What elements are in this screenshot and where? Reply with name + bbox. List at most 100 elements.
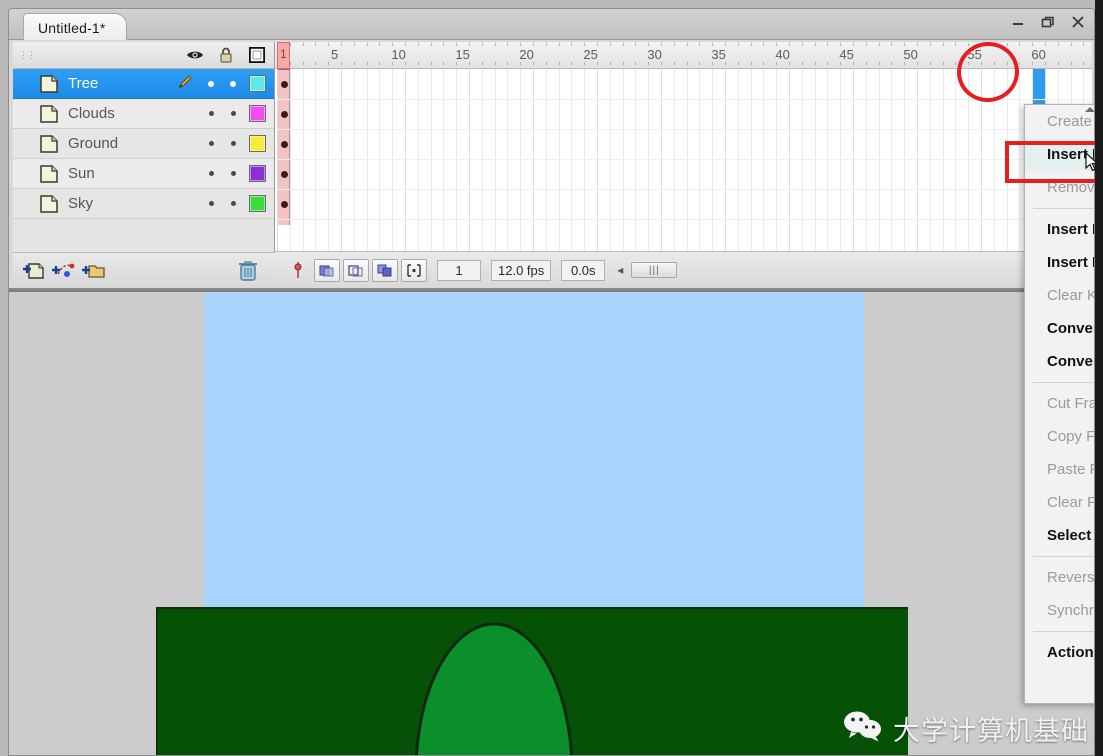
menu-item-insert-b[interactable]: Insert B	[1025, 246, 1094, 279]
onion-skin-outlines-icon[interactable]	[343, 258, 369, 282]
outline-square-icon[interactable]	[248, 46, 266, 64]
playhead-frame-label: 1	[280, 47, 287, 61]
lock-icon[interactable]	[217, 46, 235, 64]
menu-item-insert-f[interactable]: Insert F	[1025, 138, 1094, 171]
ruler-tick	[1019, 43, 1021, 46]
eye-icon[interactable]	[186, 46, 204, 64]
add-motion-guide-icon[interactable]	[51, 259, 77, 283]
slider-left-arrow-icon[interactable]: ◂	[617, 263, 623, 277]
ruler-tick	[494, 62, 496, 65]
visibility-dot	[208, 141, 214, 146]
elapsed-time-field: 0.0s	[561, 259, 606, 281]
frame-context-menu[interactable]: CreateInsert FRemovInsert KInsert BClear…	[1024, 104, 1095, 704]
current-frame-field[interactable]: 1	[437, 259, 481, 281]
layer-color-swatch[interactable]	[249, 105, 266, 122]
ruler-tick	[648, 62, 650, 65]
layer-color-swatch[interactable]	[249, 75, 266, 92]
frame-gridline	[379, 69, 381, 251]
menu-item-copy-f: Copy F	[1047, 428, 1095, 445]
ruler-tick	[430, 62, 432, 65]
layer-row[interactable]: Sky	[13, 189, 274, 219]
layer-row[interactable]: Ground	[13, 129, 274, 159]
layer-header-icons	[186, 46, 266, 64]
frames-grid[interactable]	[275, 69, 1092, 251]
ruler-tick	[456, 43, 458, 46]
keyframe-marker[interactable]	[281, 81, 288, 88]
minimize-icon[interactable]	[1010, 14, 1026, 30]
layer-color-swatch[interactable]	[249, 195, 266, 212]
center-frame-icon[interactable]	[285, 259, 311, 282]
layer-lock-toggle[interactable]	[222, 80, 244, 87]
frame-1-column[interactable]	[277, 69, 291, 225]
ruler-tick	[392, 62, 394, 65]
document-window: Untitled-1* ⋮⋮ Tree Clouds Ground Sun Sk…	[8, 8, 1095, 756]
keyframe-marker[interactable]	[281, 201, 288, 208]
layer-toolbar	[13, 252, 275, 288]
menu-scroll-up-arrow-icon[interactable]	[1084, 107, 1094, 112]
layer-row[interactable]: Tree	[13, 69, 274, 99]
slider-handle[interactable]: |||	[631, 262, 678, 278]
ruler-tick	[917, 62, 918, 65]
ruler-tick	[533, 62, 534, 65]
layer-visibility-toggle[interactable]	[200, 201, 222, 206]
framerate-field[interactable]: 12.0 fps	[491, 259, 552, 281]
menu-item-insert-k[interactable]: Insert K	[1025, 213, 1094, 246]
layer-lock-toggle[interactable]	[222, 111, 244, 116]
menu-item-conver[interactable]: Conver	[1025, 312, 1094, 345]
restore-icon[interactable]	[1040, 14, 1056, 30]
ruler-tick	[520, 62, 522, 65]
layer-row[interactable]: Sun	[13, 159, 274, 189]
ruler-tick	[968, 43, 970, 46]
lock-dot	[230, 80, 236, 87]
keyframe-marker[interactable]	[281, 111, 288, 118]
frame-gridline	[917, 69, 918, 251]
new-folder-icon[interactable]	[81, 259, 107, 283]
ruler-tick	[469, 43, 470, 46]
ruler-tick	[981, 62, 982, 65]
window-right-gutter	[1095, 0, 1103, 756]
layer-visibility-toggle[interactable]	[200, 171, 222, 176]
ruler-tick	[405, 62, 406, 65]
frame-gridline	[955, 69, 957, 251]
layer-page-icon	[39, 134, 59, 153]
layer-visibility-toggle[interactable]	[200, 80, 222, 87]
keyframe-marker[interactable]	[281, 171, 288, 178]
frame-gridline	[277, 69, 278, 251]
new-layer-icon[interactable]	[21, 259, 47, 283]
onion-skin-icon[interactable]	[314, 258, 340, 282]
layer-visibility-toggle[interactable]	[200, 141, 222, 146]
layer-lock-toggle[interactable]	[222, 201, 244, 206]
ruler-tick	[635, 43, 637, 46]
modify-onion-markers-icon[interactable]	[401, 258, 427, 282]
stage-area[interactable]	[9, 290, 1094, 755]
timeline-panel: ⋮⋮ Tree Clouds Ground Sun Sky 5 10 15 20…	[9, 40, 1094, 290]
ruler-tick	[622, 43, 624, 46]
frame-size-slider[interactable]: ◂ |||	[617, 262, 678, 278]
delete-layer-icon[interactable]	[237, 259, 259, 283]
tree-shape[interactable]	[399, 617, 589, 755]
menu-item-actions[interactable]: Actions	[1025, 636, 1094, 669]
ruler-tick	[1070, 43, 1072, 46]
ruler-tick	[622, 62, 624, 65]
layer-lock-toggle[interactable]	[222, 171, 244, 176]
close-icon[interactable]	[1070, 14, 1086, 30]
ruler-tick	[1032, 43, 1034, 46]
layer-color-swatch[interactable]	[249, 135, 266, 152]
application-root: Untitled-1* ⋮⋮ Tree Clouds Ground Sun Sk…	[0, 0, 1103, 756]
menu-item-select-a[interactable]: Select A	[1025, 519, 1094, 552]
timeline-status-buttons	[285, 258, 427, 282]
frame-gridline	[609, 69, 611, 251]
frame-gridline	[763, 69, 765, 251]
keyframe-marker[interactable]	[281, 141, 288, 148]
edit-multiple-frames-icon[interactable]	[372, 258, 398, 282]
layer-row[interactable]: Clouds	[13, 99, 274, 129]
layer-color-swatch[interactable]	[249, 165, 266, 182]
document-tab[interactable]: Untitled-1*	[23, 13, 127, 41]
frame-gridline	[942, 69, 944, 251]
frame-row-line	[275, 159, 1092, 160]
timeline-ruler[interactable]: 510152025303540455055606 1	[275, 42, 1092, 69]
layer-lock-toggle[interactable]	[222, 141, 244, 146]
playhead[interactable]: 1	[277, 42, 290, 69]
layer-visibility-toggle[interactable]	[200, 111, 222, 116]
menu-item-conver[interactable]: Conver	[1025, 345, 1094, 378]
